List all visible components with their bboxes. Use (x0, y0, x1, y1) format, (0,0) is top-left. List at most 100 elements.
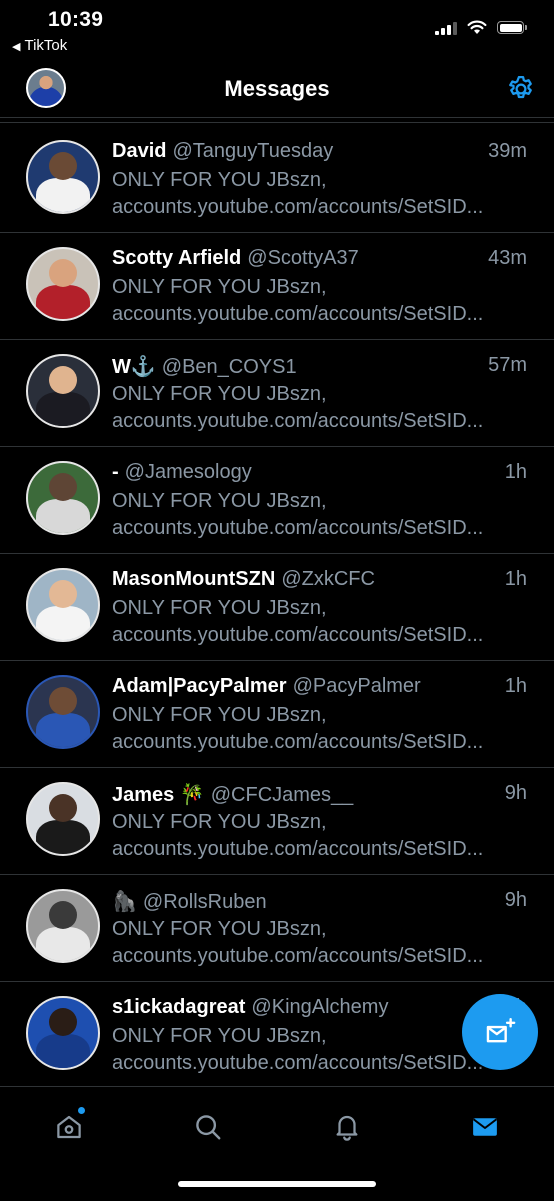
wifi-icon (467, 20, 487, 34)
avatar[interactable] (26, 675, 100, 749)
conversation-header: - @Jamesology (112, 461, 527, 484)
conversation-row[interactable]: David @TanguyTuesday 39m ONLY FOR YOU JBszn… (0, 126, 554, 233)
conversation-header: MasonMountSZN @ZxkCFC (112, 568, 527, 591)
status-icons (435, 20, 527, 35)
preview-line-2: accounts.youtube.com/accounts/SetSID... (112, 838, 484, 860)
sender-name: Scotty Arfield (112, 247, 242, 269)
new-message-button[interactable] (462, 994, 538, 1070)
tab-notifications[interactable] (325, 1105, 369, 1149)
avatar-body (36, 927, 90, 961)
status-bar: 10:39 ◀ TikTok (0, 0, 554, 60)
message-time: 57m (488, 354, 527, 376)
preview-line-1: ONLY FOR YOU JBszn, (112, 704, 327, 726)
message-preview: ONLY FOR YOU JBszn, accounts.youtube.com/… (112, 167, 504, 221)
conversation-row[interactable]: MasonMountSZN @ZxkCFC 1h ONLY FOR YOU JBszn… (0, 554, 554, 661)
preview-line-2: accounts.youtube.com/accounts/SetSID... (112, 410, 484, 432)
message-preview: ONLY FOR YOU JBszn, accounts.youtube.com/… (112, 809, 504, 863)
sender-name: - (112, 461, 119, 483)
preview-line-1: ONLY FOR YOU JBszn, (112, 1025, 327, 1047)
preview-line-2: accounts.youtube.com/accounts/SetSID... (112, 945, 484, 967)
preview-line-1: ONLY FOR YOU JBszn, (112, 811, 327, 833)
message-time: 9h (504, 782, 527, 804)
home-icon (57, 1115, 81, 1139)
avatar-body (36, 713, 90, 747)
conversation-row[interactable]: W⚓ @Ben_COYS1 57m ONLY FOR YOU JBszn, accoun… (0, 340, 554, 447)
header: Messages (0, 62, 554, 118)
message-time: 1h (504, 461, 527, 483)
avatar-body (36, 392, 90, 426)
preview-line-1: ONLY FOR YOU JBszn, (112, 276, 327, 298)
status-time: 10:39 (48, 8, 104, 31)
preview-line-2: accounts.youtube.com/accounts/SetSID... (112, 624, 484, 646)
avatar-body (36, 285, 90, 319)
sender-handle: @TanguyTuesday (172, 140, 334, 162)
preview-line-1: ONLY FOR YOU JBszn, (112, 383, 327, 405)
avatar-face (49, 258, 77, 287)
preview-line-1: ONLY FOR YOU JBszn, (112, 597, 327, 619)
sender-handle: @RollsRuben (142, 891, 267, 913)
settings-button[interactable] (504, 72, 538, 106)
avatar-face (49, 151, 77, 180)
page-title: Messages (224, 76, 330, 101)
conversation-row[interactable]: Scotty Arfield @ScottyA37 43m ONLY FOR YOU … (0, 233, 554, 340)
back-arrow-icon: ◀ (12, 41, 21, 53)
sender-name: David (112, 140, 167, 162)
sender-name: Adam|PacyPalmer (112, 675, 287, 697)
message-time: 9h (504, 889, 527, 911)
avatar[interactable] (26, 354, 100, 428)
notification-dot (78, 1107, 85, 1114)
avatar-face (49, 579, 77, 608)
preview-line-2: accounts.youtube.com/accounts/SetSID... (112, 1052, 484, 1074)
conversation-header: Scotty Arfield @ScottyA37 (112, 247, 527, 270)
preview-line-2: accounts.youtube.com/accounts/SetSID... (112, 731, 484, 753)
sender-handle: @ZxkCFC (281, 568, 375, 590)
message-time: 1h (504, 675, 527, 697)
conversation-row[interactable]: - @Jamesology 1h ONLY FOR YOU JBszn, account… (0, 447, 554, 554)
conversation-row[interactable]: 🦍 @RollsRuben 9h ONLY FOR YOU JBszn, account… (0, 875, 554, 982)
message-time: 43m (488, 247, 527, 269)
avatar[interactable] (26, 247, 100, 321)
sender-handle: @CFCJames__ (210, 784, 354, 806)
tab-search[interactable] (186, 1105, 230, 1149)
avatar[interactable] (26, 782, 100, 856)
preview-line-1: ONLY FOR YOU JBszn, (112, 918, 327, 940)
avatar[interactable] (26, 996, 100, 1070)
conversation-header: David @TanguyTuesday (112, 140, 527, 163)
avatar[interactable] (26, 568, 100, 642)
home-indicator[interactable] (178, 1181, 376, 1187)
avatar[interactable] (26, 889, 100, 963)
message-preview: ONLY FOR YOU JBszn, accounts.youtube.com/… (112, 1023, 504, 1077)
message-time: 39m (488, 140, 527, 162)
avatar-face (49, 900, 77, 929)
preview-line-1: ONLY FOR YOU JBszn, (112, 169, 327, 191)
sender-name: s1ickadagreat (112, 996, 246, 1018)
avatar-body (36, 820, 90, 854)
avatar[interactable] (26, 140, 100, 214)
tab-messages[interactable] (463, 1105, 507, 1149)
notifications-icon (336, 1115, 358, 1141)
avatar[interactable] (26, 461, 100, 535)
conversation-header: James 🎋 @CFCJames__ (112, 782, 527, 807)
preview-line-2: accounts.youtube.com/accounts/SetSID... (112, 517, 484, 539)
tab-home[interactable] (47, 1105, 91, 1149)
sender-handle: @Jamesology (124, 461, 252, 483)
conversation-row[interactable]: James 🎋 @CFCJames__ 9h ONLY FOR YOU JBszn, a… (0, 768, 554, 875)
conversation-header: W⚓ @Ben_COYS1 (112, 354, 527, 379)
conversation-header: 🦍 @RollsRuben (112, 889, 527, 914)
cellular-signal-icon (435, 21, 457, 35)
search-icon (196, 1115, 221, 1140)
back-to-app-link[interactable]: ◀ TikTok (12, 37, 67, 54)
message-preview: ONLY FOR YOU JBszn, accounts.youtube.com/… (112, 916, 504, 970)
conversation-header: Adam|PacyPalmer @PacyPalmer (112, 675, 527, 698)
avatar-face (49, 1007, 77, 1036)
sender-handle: @KingAlchemy (251, 996, 389, 1018)
conversation-row[interactable]: Adam|PacyPalmer @PacyPalmer 1h ONLY FOR YOU… (0, 661, 554, 768)
message-preview: ONLY FOR YOU JBszn, accounts.youtube.com/… (112, 702, 504, 756)
avatar-body (36, 606, 90, 640)
sender-name: 🦍 (112, 891, 137, 913)
avatar-body (36, 499, 90, 533)
message-time: 1h (504, 568, 527, 590)
battery-icon (497, 21, 527, 34)
preview-line-1: ONLY FOR YOU JBszn, (112, 490, 327, 512)
message-preview: ONLY FOR YOU JBszn, accounts.youtube.com/… (112, 274, 504, 328)
